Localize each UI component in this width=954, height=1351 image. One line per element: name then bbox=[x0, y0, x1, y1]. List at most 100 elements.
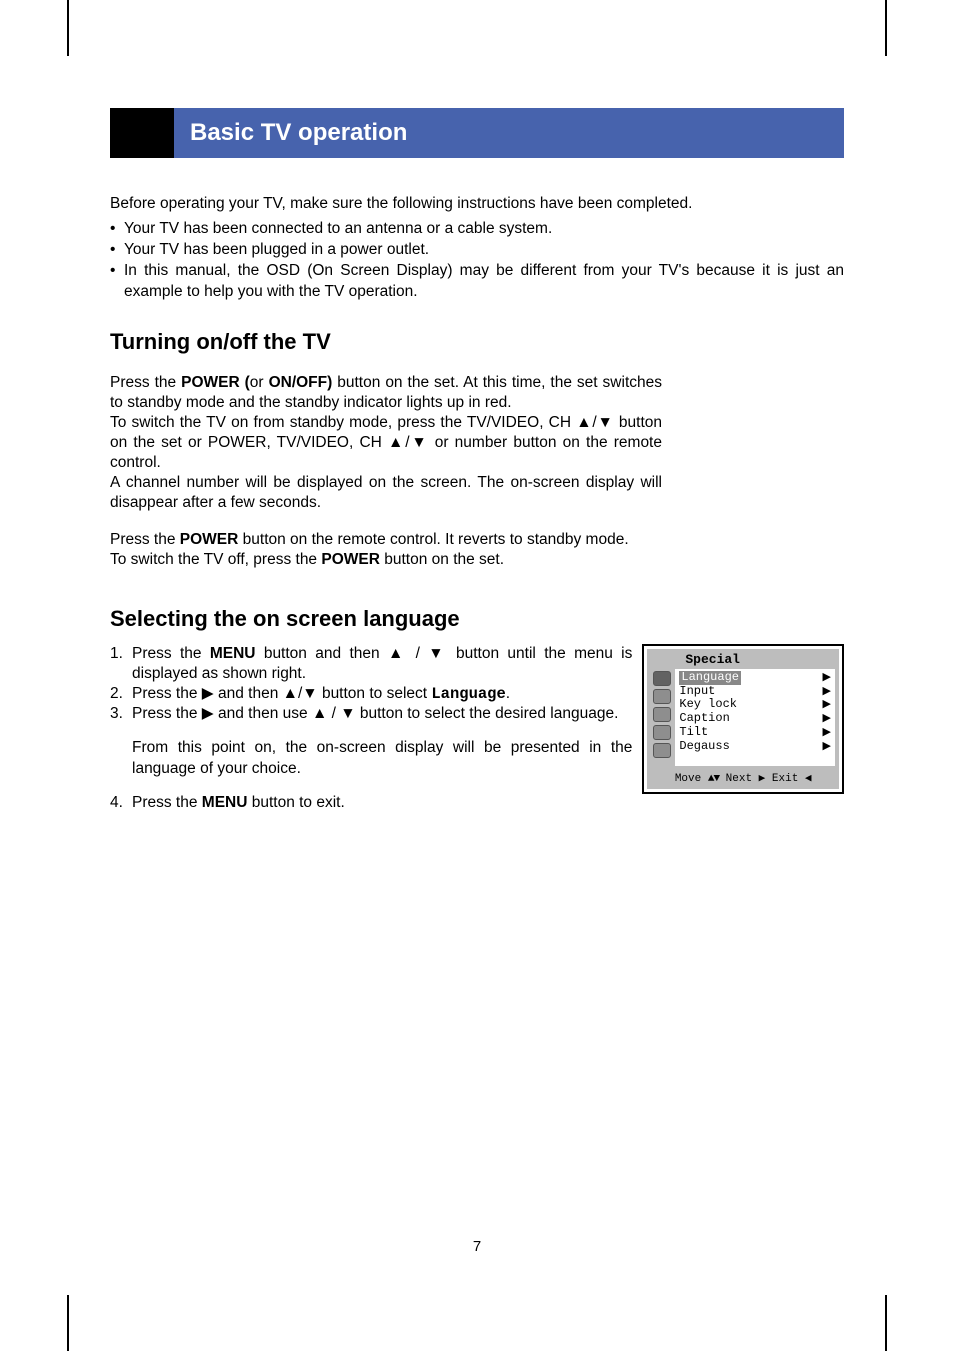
selecting-steps: 1. Press the MENU button and then ▲ / ▼ … bbox=[110, 644, 632, 813]
right-triangle-icon: ▶ bbox=[823, 671, 831, 685]
osd-outer-frame: Special Language ▶ bbox=[642, 644, 844, 794]
osd-tab-icon bbox=[653, 707, 671, 722]
turning-p1: Press the POWER (or ON/OFF) button on th… bbox=[110, 373, 662, 514]
osd-inner: Special Language ▶ bbox=[647, 649, 839, 789]
right-triangle-icon: ▶ bbox=[823, 726, 831, 740]
content-area: Basic TV operation Before operating your… bbox=[110, 108, 844, 813]
right-triangle-icon: ▶ bbox=[823, 685, 831, 699]
osd-title: Special bbox=[647, 649, 839, 669]
right-triangle-icon: ▶ bbox=[823, 740, 831, 754]
osd-tab-icon bbox=[653, 689, 671, 704]
step-4: 4. Press the MENU button to exit. bbox=[110, 793, 632, 813]
osd-menu-item: Tilt ▶ bbox=[679, 726, 831, 740]
crop-mark bbox=[67, 0, 69, 56]
osd-menu-item: Language ▶ bbox=[679, 671, 831, 685]
step-3: 3. Press the ▶ and then use ▲ / ▼ button… bbox=[110, 704, 632, 724]
text: To switch the TV on from standby mode, p… bbox=[110, 414, 662, 471]
osd-menu-list: Language ▶ Input ▶ Key lock ▶ Caption ▶ Tilt… bbox=[675, 669, 835, 766]
bullet-text: Your TV has been plugged in a power outl… bbox=[124, 240, 844, 261]
crop-mark bbox=[885, 1295, 887, 1351]
osd-tab-icon bbox=[653, 725, 671, 740]
section-title-bar: Basic TV operation bbox=[110, 108, 844, 158]
title-black-accent bbox=[110, 108, 174, 158]
bullet-item: • Your TV has been connected to an anten… bbox=[110, 219, 844, 240]
crop-mark bbox=[885, 0, 887, 56]
intro-bullets: • Your TV has been connected to an anten… bbox=[110, 219, 844, 303]
right-triangle-icon: ▶ bbox=[823, 712, 831, 726]
text: Press the ▶ and then ▲/▼ button to selec… bbox=[132, 685, 431, 702]
step-1: 1. Press the MENU button and then ▲ / ▼ … bbox=[110, 644, 632, 684]
osd-item-label: Caption bbox=[679, 712, 729, 726]
bullet-text: Your TV has been connected to an antenna… bbox=[124, 219, 844, 240]
text: A channel number will be displayed on th… bbox=[110, 474, 662, 511]
crop-mark bbox=[67, 1295, 69, 1351]
left-arrow-icon: ◀ bbox=[805, 773, 812, 785]
text-mono-bold: Language bbox=[431, 685, 505, 703]
text: Press the bbox=[132, 794, 202, 811]
step-text: Press the ▶ and then ▲/▼ button to selec… bbox=[132, 684, 632, 704]
osd-menu-item: Input ▶ bbox=[679, 685, 831, 699]
bullet-item: • In this manual, the OSD (On Screen Dis… bbox=[110, 261, 844, 303]
text-bold: POWER bbox=[321, 551, 380, 568]
step-number: 2. bbox=[110, 684, 132, 704]
page-number: 7 bbox=[0, 1238, 954, 1255]
turning-p2: Press the POWER button on the remote con… bbox=[110, 530, 662, 570]
intro-paragraph: Before operating your TV, make sure the … bbox=[110, 194, 844, 215]
osd-menu-item: Caption ▶ bbox=[679, 712, 831, 726]
text-bold: ON/OFF) bbox=[269, 374, 333, 391]
right-arrow-icon: ▶ bbox=[759, 773, 766, 785]
step-number: 4. bbox=[110, 793, 132, 813]
bullet-text: In this manual, the OSD (On Screen Displ… bbox=[124, 261, 844, 303]
text-bold: POWER bbox=[180, 531, 239, 548]
osd-footer: Move ▲▼ Next ▶ Exit ◀ bbox=[647, 768, 839, 789]
text: button to exit. bbox=[247, 794, 344, 811]
bullet-item: • Your TV has been plugged in a power ou… bbox=[110, 240, 844, 261]
text: . bbox=[506, 685, 510, 702]
step-3-note: From this point on, the on-screen displa… bbox=[132, 738, 632, 778]
osd-item-label: Language bbox=[679, 671, 741, 685]
right-triangle-icon: ▶ bbox=[823, 698, 831, 712]
heading-turning: Turning on/off the TV bbox=[110, 329, 844, 355]
title-blue-bar: Basic TV operation bbox=[174, 108, 844, 158]
osd-item-label: Key lock bbox=[679, 698, 737, 712]
osd-menu-item: Key lock ▶ bbox=[679, 698, 831, 712]
text-bold: POWER ( bbox=[181, 374, 250, 391]
bullet-dot-icon: • bbox=[110, 261, 124, 303]
osd-tab-icon bbox=[653, 743, 671, 758]
bullet-dot-icon: • bbox=[110, 240, 124, 261]
step-number: 1. bbox=[110, 644, 132, 684]
page-title: Basic TV operation bbox=[190, 119, 407, 147]
selecting-section: Selecting the on screen language 1. Pres… bbox=[110, 606, 844, 813]
text: button on the remote control. It reverts… bbox=[238, 531, 628, 548]
osd-menu-item: Degauss ▶ bbox=[679, 740, 831, 754]
osd-screenshot: Special Language ▶ bbox=[642, 644, 844, 813]
text: Press the bbox=[110, 374, 181, 391]
page: Basic TV operation Before operating your… bbox=[0, 0, 954, 1351]
osd-footer-next: Next bbox=[726, 773, 752, 785]
text: Press the bbox=[110, 531, 180, 548]
selecting-row: 1. Press the MENU button and then ▲ / ▼ … bbox=[110, 644, 844, 813]
osd-item-label: Input bbox=[679, 685, 715, 699]
text-bold: MENU bbox=[210, 645, 256, 662]
osd-footer-exit: Exit bbox=[772, 773, 798, 785]
osd-tab-icon bbox=[653, 671, 671, 686]
osd-footer-move: Move bbox=[675, 773, 701, 785]
step-text: Press the MENU button and then ▲ / ▼ but… bbox=[132, 644, 632, 684]
turning-body: Press the POWER (or ON/OFF) button on th… bbox=[110, 373, 662, 570]
text: or bbox=[250, 374, 269, 391]
bullet-dot-icon: • bbox=[110, 219, 124, 240]
step-text: Press the MENU button to exit. bbox=[132, 793, 632, 813]
osd-item-label: Tilt bbox=[679, 726, 708, 740]
step-number: 3. bbox=[110, 704, 132, 724]
osd-item-label: Degauss bbox=[679, 740, 729, 754]
heading-selecting: Selecting the on screen language bbox=[110, 606, 844, 632]
text: Press the bbox=[132, 645, 210, 662]
step-text: Press the ▶ and then use ▲ / ▼ button to… bbox=[132, 704, 632, 724]
updown-arrows-icon: ▲▼ bbox=[708, 773, 719, 785]
text-bold: MENU bbox=[202, 794, 248, 811]
text: button on the set. bbox=[380, 551, 504, 568]
text: To switch the TV off, press the bbox=[110, 551, 321, 568]
osd-category-icons bbox=[647, 669, 673, 768]
step-2: 2. Press the ▶ and then ▲/▼ button to se… bbox=[110, 684, 632, 704]
osd-body: Language ▶ Input ▶ Key lock ▶ Caption ▶ Tilt… bbox=[647, 669, 839, 768]
